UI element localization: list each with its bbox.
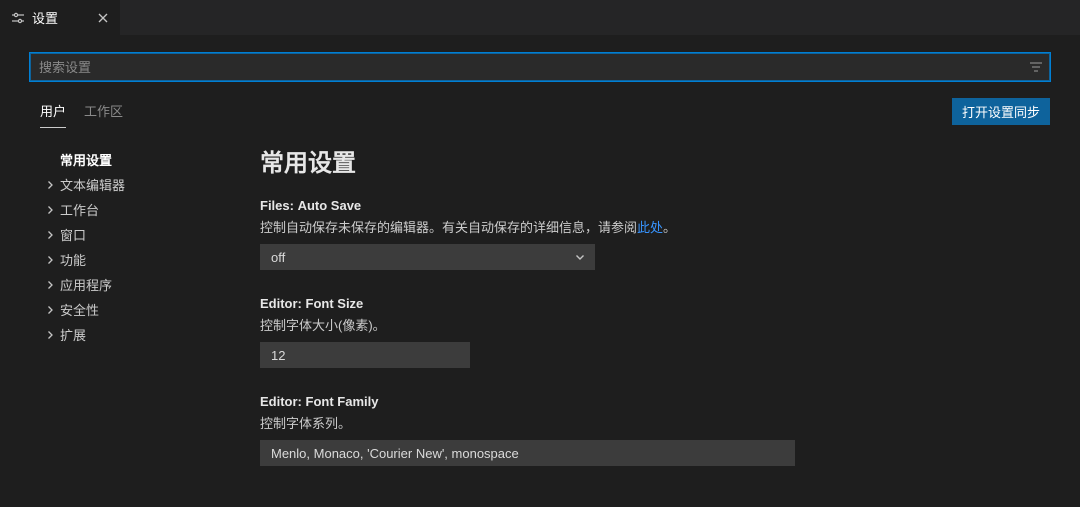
setting-description: 控制字体系列。 <box>260 413 1050 432</box>
setting-category: Files: <box>260 198 294 213</box>
toc-item-label: 扩展 <box>60 325 86 344</box>
settings-panel: 常用设置 Files: Auto Save 控制自动保存未保存的编辑器。有关自动… <box>230 143 1050 492</box>
tab-title: 设置 <box>32 8 58 27</box>
editor-tab-bar: 设置 <box>0 0 1080 35</box>
setting-editor-fontfamily: Editor: Font Family 控制字体系列。 <box>260 394 1050 466</box>
chevron-right-icon <box>44 205 56 215</box>
setting-description: 控制字体大小(像素)。 <box>260 315 1050 334</box>
toc-item-text-editor[interactable]: 文本编辑器 <box>44 172 230 197</box>
autosave-select-value: off <box>271 250 285 265</box>
toc-item-label: 安全性 <box>60 300 99 319</box>
setting-desc-link[interactable]: 此处 <box>637 220 663 235</box>
open-settings-sync-button[interactable]: 打开设置同步 <box>952 98 1050 125</box>
setting-description: 控制自动保存未保存的编辑器。有关自动保存的详细信息，请参阅此处。 <box>260 217 1050 236</box>
toc-item-label: 文本编辑器 <box>60 175 125 194</box>
setting-desc-suffix: 。 <box>663 220 676 235</box>
fontsize-input[interactable] <box>260 342 470 368</box>
setting-label: Files: Auto Save <box>260 198 1050 213</box>
settings-sliders-icon <box>10 10 26 26</box>
fontfamily-input[interactable] <box>260 440 795 466</box>
scope-tab-user-label: 用户 <box>40 104 66 119</box>
setting-name: Font Size <box>306 296 364 311</box>
toc-item-security[interactable]: 安全性 <box>44 297 230 322</box>
scope-tab-user[interactable]: 用户 <box>40 95 66 128</box>
setting-files-autosave: Files: Auto Save 控制自动保存未保存的编辑器。有关自动保存的详细… <box>260 198 1050 270</box>
chevron-down-icon <box>574 251 586 263</box>
settings-toc: 常用设置 文本编辑器 工作台 窗口 <box>30 143 230 492</box>
search-input[interactable] <box>30 53 1050 81</box>
setting-category: Editor: <box>260 394 302 409</box>
toc-item-extensions[interactable]: 扩展 <box>44 322 230 347</box>
chevron-right-icon <box>44 305 56 315</box>
setting-name: Font Family <box>306 394 379 409</box>
toc-item-common[interactable]: 常用设置 <box>44 147 230 172</box>
chevron-right-icon <box>44 230 56 240</box>
toc-item-window[interactable]: 窗口 <box>44 222 230 247</box>
autosave-select[interactable]: off <box>260 244 595 270</box>
toc-item-workbench[interactable]: 工作台 <box>44 197 230 222</box>
scope-tab-workspace-label: 工作区 <box>84 104 123 119</box>
toc-item-label: 功能 <box>60 250 86 269</box>
sync-button-label: 打开设置同步 <box>962 105 1040 120</box>
setting-name: Auto Save <box>298 198 362 213</box>
section-title: 常用设置 <box>260 143 1050 178</box>
settings-search-wrap <box>30 53 1050 81</box>
chevron-right-icon <box>44 280 56 290</box>
scope-tabs: 用户 工作区 <box>30 95 123 128</box>
chevron-right-icon <box>44 330 56 340</box>
toc-item-label: 窗口 <box>60 225 86 244</box>
scope-row: 用户 工作区 打开设置同步 <box>30 95 1050 129</box>
chevron-right-icon <box>44 180 56 190</box>
toc-item-label: 常用设置 <box>60 150 112 169</box>
close-icon[interactable] <box>96 11 110 25</box>
tab-settings[interactable]: 设置 <box>0 0 120 35</box>
toc-item-label: 工作台 <box>60 200 99 219</box>
scope-tab-workspace[interactable]: 工作区 <box>84 95 123 128</box>
setting-desc-text: 控制自动保存未保存的编辑器。有关自动保存的详细信息，请参阅 <box>260 220 637 235</box>
toc-item-features[interactable]: 功能 <box>44 247 230 272</box>
setting-category: Editor: <box>260 296 302 311</box>
filter-icon[interactable] <box>1028 59 1044 75</box>
chevron-right-icon <box>44 255 56 265</box>
toc-item-application[interactable]: 应用程序 <box>44 272 230 297</box>
setting-editor-fontsize: Editor: Font Size 控制字体大小(像素)。 <box>260 296 1050 368</box>
setting-label: Editor: Font Family <box>260 394 1050 409</box>
setting-label: Editor: Font Size <box>260 296 1050 311</box>
toc-item-label: 应用程序 <box>60 275 112 294</box>
